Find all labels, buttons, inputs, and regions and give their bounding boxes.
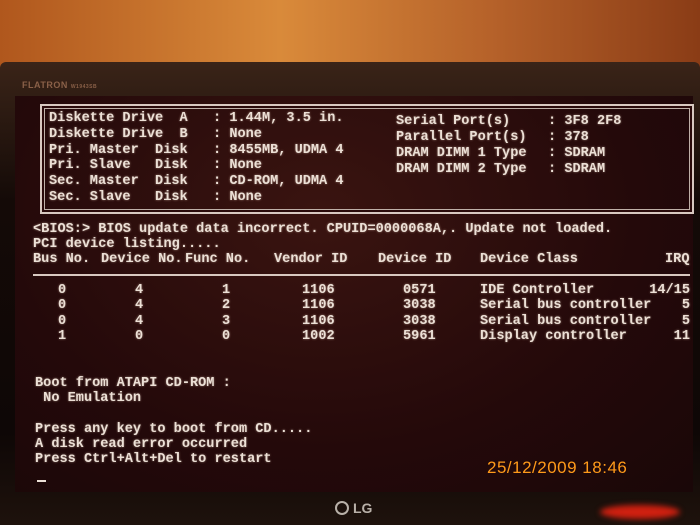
wall-background: [0, 0, 700, 70]
column-header: Func No.: [185, 252, 251, 267]
pci-listing-title: PCI device listing.....: [33, 237, 221, 252]
column-header: Device Class: [480, 252, 578, 267]
table-cell: 4: [135, 298, 144, 314]
table-cell: 1002: [302, 328, 335, 344]
table-cell: Serial bus controller: [480, 298, 652, 314]
table-cell: 1: [58, 328, 67, 344]
config-label: Serial Port(s): [396, 114, 511, 129]
table-cell: 4: [135, 283, 144, 298]
config-label: DRAM DIMM 2 Type: [396, 162, 527, 177]
config-label: Parallel Port(s): [396, 130, 527, 145]
power-led-glare: [600, 505, 680, 519]
table-cell: 1106: [302, 283, 335, 298]
table-cell: 11: [673, 328, 690, 344]
bios-update-message: <BIOS:> BIOS update data incorrect. CPUI…: [33, 222, 613, 237]
config-label: Sec. Master Disk: [49, 174, 188, 190]
table-cell: Serial bus controller: [480, 313, 652, 329]
boot-error: A disk read error occurred: [35, 437, 248, 452]
monitor-brand: FLATRON W1943SB: [22, 80, 98, 90]
table-cell: 14/15: [649, 283, 690, 298]
lg-logo: LG: [335, 500, 372, 516]
boot-line: No Emulation: [35, 391, 142, 406]
config-value: : 3F8 2F8: [548, 114, 622, 129]
column-header: Device No.: [101, 252, 183, 267]
photo-timestamp: 25/12/2009 18:46: [487, 458, 628, 477]
boot-line: Press any key to boot from CD.....: [35, 422, 313, 437]
table-cell: 4: [135, 313, 144, 329]
config-value: : None: [213, 158, 262, 174]
column-header: Device ID: [378, 252, 452, 267]
table-cell: Display controller: [480, 328, 627, 344]
table-cell: IDE Controller: [480, 283, 595, 298]
table-cell: 0571: [403, 283, 436, 298]
boot-line: Press Ctrl+Alt+Del to restart: [35, 452, 272, 467]
config-value: : 8455MB, UDMA 4: [213, 142, 344, 158]
table-cell: 0: [135, 328, 144, 344]
table-cell: 1106: [302, 298, 335, 314]
config-label: DRAM DIMM 1 Type: [396, 146, 527, 161]
column-header: IRQ: [665, 252, 690, 267]
config-label: Sec. Slave Disk: [49, 190, 188, 205]
column-header: Bus No.: [33, 252, 91, 267]
table-cell: 1106: [302, 313, 335, 329]
text-cursor: [37, 480, 46, 482]
config-value: : SDRAM: [548, 162, 606, 177]
config-value: : None: [213, 190, 262, 205]
config-label: Pri. Master Disk: [49, 142, 188, 158]
table-cell: 5: [681, 313, 690, 329]
config-label: Diskette Drive A: [49, 111, 188, 126]
config-value: : 1.44M, 3.5 in.: [213, 111, 344, 126]
config-value: : SDRAM: [548, 146, 606, 161]
table-cell: 3038: [403, 298, 436, 314]
table-cell: 3: [222, 313, 231, 329]
table-cell: 0: [222, 328, 231, 344]
table-cell: 0: [58, 313, 67, 329]
table-cell: 5961: [403, 328, 436, 344]
table-cell: 1: [222, 283, 231, 298]
config-value: : None: [213, 126, 262, 142]
table-cell: 3038: [403, 313, 436, 329]
config-value: : 378: [548, 130, 589, 145]
config-label: Diskette Drive B: [49, 126, 188, 142]
table-cell: 0: [58, 298, 67, 314]
config-label: Pri. Slave Disk: [49, 158, 188, 174]
config-value: : CD-ROM, UDMA 4: [213, 174, 344, 190]
column-header: Vendor ID: [274, 252, 348, 267]
boot-line: Boot from ATAPI CD-ROM :: [35, 376, 231, 391]
table-cell: 0: [58, 283, 67, 298]
table-cell: 5: [681, 298, 690, 314]
table-divider: [33, 274, 690, 276]
table-cell: 2: [222, 298, 231, 314]
